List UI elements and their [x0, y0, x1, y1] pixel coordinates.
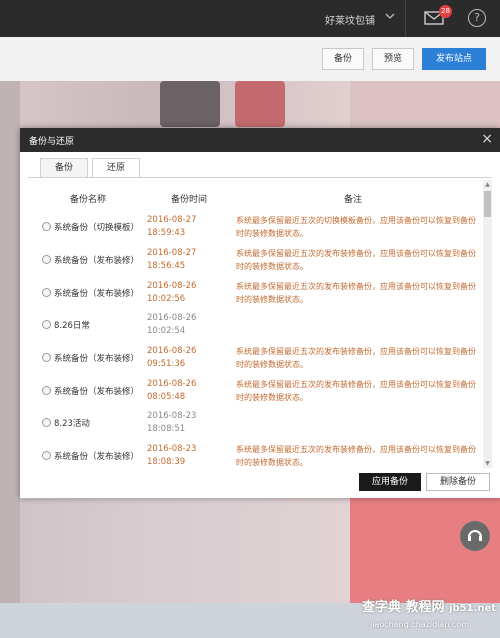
backup-time: 2016-08-26 08:05:48 [147, 379, 197, 402]
backup-list: 备份名称 备份时间 备注 系统备份（切换模板） 2016-08-27 18:59:… [28, 180, 484, 468]
backup-name: 8.26日常 [54, 321, 90, 331]
backup-time: 2016-08-23 18:08:51 [147, 411, 197, 434]
table-header: 备份名称 备份时间 备注 [28, 192, 484, 206]
select-radio[interactable] [42, 222, 51, 231]
bag-image [235, 81, 285, 127]
close-icon[interactable]: × [481, 131, 493, 147]
bag-image [160, 81, 220, 127]
table-row[interactable]: 系统备份（发布装修） 2016-08-26 10:02:56 系统最多保留最近五次… [28, 279, 484, 311]
backup-name: 系统备份（发布装修） [54, 354, 140, 364]
scroll-down-icon[interactable]: ▼ [483, 459, 492, 468]
backup-time: 2016-08-26 09:51:36 [147, 346, 197, 369]
table-row[interactable]: 系统备份（发布装修） 2016-08-26 09:51:36 系统最多保留最近五次… [28, 344, 484, 376]
divider [405, 0, 406, 37]
top-bar: 好莱坟包铺 28 ? [0, 0, 500, 37]
column-header-time: 备份时间 [171, 195, 208, 205]
backup-name: 系统备份（发布装修） [54, 256, 140, 266]
dialog-title: 备份与还原 [29, 137, 75, 147]
backup-time: 2016-08-23 18:08:39 [147, 444, 197, 467]
scroll-thumb[interactable] [484, 191, 491, 217]
select-radio[interactable] [42, 418, 51, 427]
select-radio[interactable] [42, 451, 51, 460]
table-row[interactable]: 系统备份（发布装修） 2016-08-26 08:05:48 系统最多保留最近五次… [28, 377, 484, 409]
watermark-url: jiaocheng.chazidian.com [370, 620, 470, 629]
mail-badge: 28 [439, 5, 452, 18]
scroll-up-icon[interactable]: ▲ [483, 180, 492, 189]
backup-button[interactable]: 备份 [322, 48, 364, 70]
product-image [20, 499, 350, 603]
backup-note: 系统最多保留最近五次的发布装修备份，应用该备份可以恢复到备份时的装修数据状态。 [236, 380, 476, 402]
column-header-name: 备份名称 [70, 195, 107, 205]
backup-name: 8.23活动 [54, 419, 90, 429]
backup-note: 系统最多保留最近五次的发布装修备份，应用该备份可以恢复到备份时的装修数据状态。 [236, 282, 476, 304]
publish-site-button[interactable]: 发布站点 [422, 48, 486, 70]
backup-time: 2016-08-26 10:02:56 [147, 281, 197, 304]
select-radio[interactable] [42, 255, 51, 264]
backup-note: 系统最多保留最近五次的发布装修备份，应用该备份可以恢复到备份时的装修数据状态。 [236, 249, 476, 271]
divider [28, 177, 492, 178]
backup-name: 系统备份（发布装修） [54, 452, 140, 462]
backup-time: 2016-08-26 10:02:54 [147, 313, 197, 336]
backup-name: 系统备份（发布装修） [54, 387, 140, 397]
backup-name: 系统备份（发布装修） [54, 289, 140, 299]
list-scrollbar[interactable]: ▲ ▼ [483, 180, 492, 468]
tab-restore[interactable]: 还原 [92, 158, 140, 178]
canvas-left-panel [0, 81, 20, 638]
toolbar: 备份 预览 发布站点 [0, 37, 500, 81]
apply-backup-button[interactable]: 应用备份 [359, 473, 421, 491]
help-icon[interactable]: ? [468, 9, 486, 27]
delete-backup-button[interactable]: 删除备份 [426, 473, 490, 491]
backup-note: 系统最多保留最近五次的发布装修备份，应用该备份可以恢复到备份时的装修数据状态。 [236, 445, 476, 467]
backup-time: 2016-08-27 18:56:45 [147, 248, 197, 271]
table-row[interactable]: 系统备份（切换模板） 2016-08-27 18:59:43 系统最多保留最近五次… [28, 213, 484, 245]
backup-note: 系统最多保留最近五次的发布装修备份，应用该备份可以恢复到备份时的装修数据状态。 [236, 347, 476, 369]
table-row[interactable]: 8.26日常 2016-08-26 10:02:54 [28, 311, 484, 343]
backup-time: 2016-08-27 18:59:43 [147, 215, 197, 238]
select-radio[interactable] [42, 320, 51, 329]
select-radio[interactable] [42, 288, 51, 297]
backup-note: 系统最多保留最近五次的切换模板备份，应用该备份可以恢复到备份时的装修数据状态。 [236, 216, 476, 238]
column-header-note: 备注 [344, 195, 363, 205]
table-row[interactable]: 8.23活动 2016-08-23 18:08:51 [28, 409, 484, 441]
select-radio[interactable] [42, 386, 51, 395]
watermark: 查字典 教程网 jb51.net jiaocheng.chazidian.com [362, 596, 498, 636]
select-radio[interactable] [42, 353, 51, 362]
tab-backup[interactable]: 备份 [40, 158, 88, 178]
watermark-text: 查字典 教程网 jb51.net [362, 600, 497, 615]
backup-restore-dialog: 备份与还原 × 备份 还原 备份名称 备份时间 备注 系统备份（切换模板） 20… [20, 128, 500, 498]
table-row[interactable]: 系统备份（发布装修） 2016-08-23 18:08:39 系统最多保留最近五次… [28, 442, 484, 468]
backup-name: 系统备份（切换模板） [54, 223, 140, 233]
preview-button[interactable]: 预览 [372, 48, 414, 70]
dialog-header: 备份与还原 × [20, 128, 500, 152]
chevron-down-icon[interactable] [385, 12, 395, 23]
shop-name[interactable]: 好莱坟包铺 [325, 12, 375, 27]
table-row[interactable]: 系统备份（发布装修） 2016-08-27 18:56:45 系统最多保留最近五次… [28, 246, 484, 278]
customer-service-icon[interactable] [460, 521, 490, 551]
